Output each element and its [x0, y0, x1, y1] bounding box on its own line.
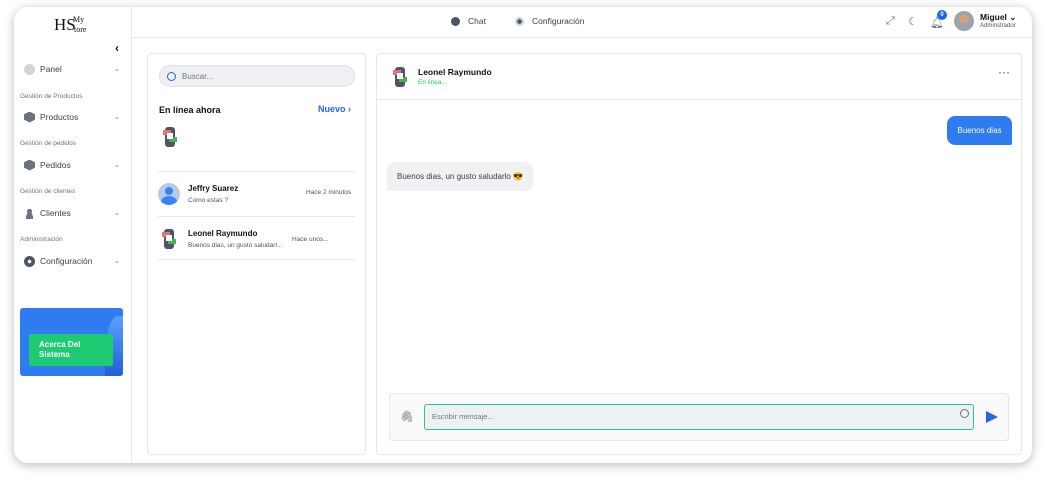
chevron-down-icon: ⌄	[1009, 12, 1017, 22]
search-input[interactable]	[182, 70, 342, 83]
user-role: Adminstrador	[980, 23, 1016, 29]
sidebar-item-label: Clientes	[40, 208, 71, 218]
tab-chat[interactable]: Chat	[451, 16, 486, 26]
about-button-line2: Sistema	[39, 350, 70, 359]
chevron-down-icon: ⌄	[114, 162, 120, 169]
attachment-icon[interactable]: 🖇︎	[400, 410, 414, 423]
new-chat-button[interactable]: Nuevo ›	[318, 104, 351, 114]
avatar	[162, 229, 176, 249]
sidebar-section: Gestión de clientes	[20, 188, 76, 195]
tab-label: Configuración	[532, 16, 585, 26]
brand-logo[interactable]: HS My tore	[54, 13, 90, 35]
search-icon	[167, 72, 176, 81]
contact-avatar[interactable]	[391, 66, 409, 88]
sidebar-item-label: Configuración	[40, 256, 93, 266]
conversation-item-leonel[interactable]: Leonel Raymundo Buenos dias, un gusto sa…	[158, 216, 355, 260]
message-bubble-incoming: Buenos dias, un gusto saludarlo 😎	[387, 162, 533, 191]
contact-name: Leonel Raymundo	[418, 67, 492, 77]
sidebar-item-label: Productos	[40, 112, 79, 122]
svg-text:tore: tore	[74, 25, 87, 34]
sidebar-section: Gestión de Productos	[20, 93, 83, 100]
online-user-avatar[interactable]	[162, 127, 178, 147]
conversation-preview: Buenos dias, un gusto saludarl...	[188, 242, 283, 249]
avatar[interactable]	[954, 11, 974, 31]
notification-badge: 0	[937, 10, 947, 20]
conversation-item-jeffry[interactable]: Jeffry Suarez Como estas ? Hace 2 minuto…	[158, 171, 355, 215]
settings-icon	[515, 16, 524, 26]
dark-mode-moon-icon[interactable]: ☾	[908, 15, 918, 28]
cube-icon	[24, 159, 35, 171]
user-icon	[24, 207, 35, 219]
message-bubble-outgoing: Buenos dias	[947, 116, 1012, 145]
sidebar-item-panel[interactable]: Panel ⌄	[24, 60, 122, 78]
top-header: Chat Configuración ⤢ ☾ 🔔︎ 0 Miguel ⌄ Adm…	[132, 7, 1032, 38]
more-options-icon[interactable]: ···	[998, 65, 1010, 79]
send-icon[interactable]	[986, 411, 998, 423]
collapse-sidebar-button[interactable]: ‹	[115, 41, 119, 55]
tab-label: Chat	[468, 16, 486, 26]
chevron-down-icon: ⌄	[114, 66, 120, 73]
message-composer: 🖇︎	[389, 393, 1009, 441]
online-now-title: En línea ahora	[159, 105, 221, 115]
conversation-header: Leonel Raymundo En linea... ···	[377, 54, 1021, 100]
conversation-name: Leonel Raymundo	[188, 229, 258, 238]
sidebar-item-label: Pedidos	[40, 160, 71, 170]
about-promo-card: Acerca Del Sistema	[20, 308, 123, 376]
sidebar-item-productos[interactable]: Productos ⌄	[24, 108, 122, 126]
avatar	[158, 183, 180, 205]
conversation-preview: Como estas ?	[188, 197, 229, 204]
user-name: Miguel	[980, 12, 1007, 22]
gear-icon	[24, 255, 35, 267]
contact-status: En linea...	[418, 79, 447, 86]
chevron-down-icon: ⌄	[114, 114, 120, 121]
sidebar: HS My tore ‹ Panel ⌄ Gestión de Producto…	[14, 7, 132, 463]
sidebar-item-configuracion[interactable]: Configuración ⌄	[24, 252, 122, 270]
chevron-down-icon: ⌄	[114, 258, 120, 265]
sidebar-item-pedidos[interactable]: Pedidos ⌄	[24, 156, 122, 174]
dashboard-icon	[24, 63, 35, 75]
sidebar-item-label: Panel	[40, 64, 62, 74]
conversation-name: Jeffry Suarez	[188, 184, 239, 193]
about-button-line1: Acerca Del	[39, 340, 81, 349]
box-icon	[24, 111, 35, 123]
conversation-time: Hace unos...	[292, 236, 329, 243]
svg-text:My: My	[73, 15, 84, 24]
tab-configuracion[interactable]: Configuración	[515, 16, 584, 26]
search-box[interactable]	[159, 65, 355, 87]
conversation-time: Hace 2 minutos	[306, 189, 352, 196]
new-chat-label: Nuevo	[318, 104, 346, 114]
chat-list-panel: En línea ahora Nuevo › Jeffry Suarez Com…	[147, 53, 366, 455]
sidebar-item-clientes[interactable]: Clientes ⌄	[24, 204, 122, 222]
app-window: HS My tore ‹ Panel ⌄ Gestión de Producto…	[14, 7, 1032, 463]
fullscreen-icon[interactable]: ⤢	[886, 15, 895, 28]
emoji-icon[interactable]	[960, 409, 969, 418]
conversation-panel: Leonel Raymundo En linea... ··· Buenos d…	[376, 53, 1022, 455]
message-field[interactable]	[424, 404, 974, 430]
sidebar-section: Administración	[20, 236, 63, 243]
user-menu[interactable]: Miguel ⌄	[980, 12, 1016, 23]
chevron-down-icon: ⌄	[114, 210, 120, 217]
about-system-button[interactable]: Acerca Del Sistema	[29, 334, 113, 366]
sidebar-section: Gestión de pedidos	[20, 140, 77, 147]
message-input[interactable]	[432, 410, 932, 423]
chat-icon	[451, 16, 460, 26]
